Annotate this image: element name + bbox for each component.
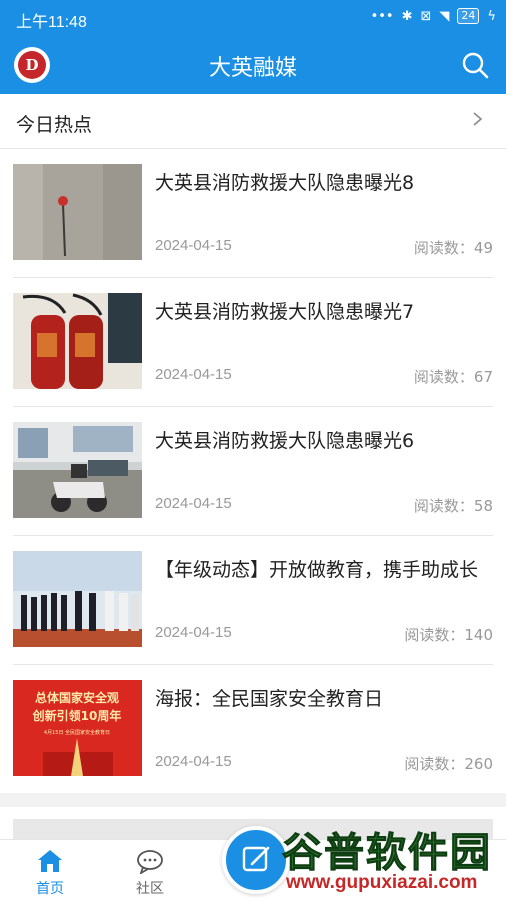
tab-home[interactable]: 首页: [20, 848, 80, 898]
chat-icon: [137, 850, 163, 874]
chevron-right-icon: [473, 112, 483, 126]
article-date: 2024-04-15: [155, 753, 232, 770]
charging-icon: ϟ: [487, 8, 496, 24]
article-thumbnail: [13, 551, 142, 647]
bluetooth-icon: ✱: [401, 8, 413, 24]
list-item[interactable]: 大英县消防救援大队隐患曝光6 2024-04-15 阅读数：58: [13, 407, 493, 536]
article-title: 大英县消防救援大队隐患曝光8: [155, 172, 415, 194]
article-date: 2024-04-15: [155, 366, 232, 383]
wifi-icon: ◥: [439, 8, 450, 24]
home-icon: [38, 850, 62, 872]
tab-community[interactable]: 社区: [120, 848, 180, 898]
app-title: 大英融媒: [208, 56, 297, 81]
watermark: 谷普软件园 www.gupuxiazai.com: [278, 820, 506, 900]
article-title: 大英县消防救援大队隐患曝光6: [155, 430, 415, 452]
poster-line-2: 创新引领10周年: [32, 708, 122, 723]
poster-line-1: 总体国家安全观: [35, 690, 119, 705]
list-item[interactable]: 大英县消防救援大队隐患曝光8 2024-04-15 阅读数：49: [13, 149, 493, 278]
article-read-count: 阅读数：67: [413, 368, 493, 386]
list-item[interactable]: 大英县消防救援大队隐患曝光7 2024-04-15 阅读数：67: [13, 278, 493, 407]
article-thumbnail: [13, 293, 142, 389]
article-thumbnail: [13, 422, 142, 518]
battery-icon: 24: [457, 8, 480, 24]
status-icons: ••• ✱ ⊠ ◥ 24 ϟ: [371, 8, 496, 24]
article-title: 海报：全民国家安全教育日: [155, 688, 384, 710]
more-dots-icon: •••: [370, 8, 394, 24]
section-divider: [0, 793, 506, 807]
article-read-count: 阅读数：49: [413, 239, 493, 257]
search-icon[interactable]: [460, 50, 490, 80]
section-title: 今日热点: [16, 114, 93, 136]
article-read-count: 阅读数：58: [413, 497, 493, 515]
article-read-count: 阅读数：140: [404, 626, 493, 644]
status-bar: 上午11:48 ••• ✱ ⊠ ◥ 24 ϟ: [0, 0, 506, 34]
article-title: 大英县消防救援大队隐患曝光7: [155, 301, 415, 323]
article-title: 【年级动态】开放做教育，携手助成长: [155, 559, 479, 581]
app-bar: D 大英融媒: [0, 34, 506, 94]
hot-today-header[interactable]: 今日热点: [0, 94, 506, 149]
article-date: 2024-04-15: [155, 495, 232, 512]
list-item[interactable]: 【年级动态】开放做教育，携手助成长 2024-04-15 阅读数：140: [13, 536, 493, 665]
watermark-url: www.gupuxiazai.com: [286, 872, 478, 893]
article-thumbnail: [13, 164, 142, 260]
article-thumbnail: 总体国家安全观 创新引领10周年 4月15日 全民国家安全教育日: [13, 680, 142, 776]
article-date: 2024-04-15: [155, 624, 232, 641]
edit-icon: [242, 846, 270, 872]
article-date: 2024-04-15: [155, 237, 232, 254]
status-time: 上午11:48: [16, 14, 87, 31]
poster-line-3: 4月15日 全民国家安全教育日: [44, 729, 110, 736]
list-item[interactable]: 总体国家安全观 创新引领10周年 4月15日 全民国家安全教育日 海报：全民国家…: [13, 665, 493, 794]
article-read-count: 阅读数：260: [404, 755, 493, 773]
article-list: 大英县消防救援大队隐患曝光8 2024-04-15 阅读数：49 大英县消防救援…: [0, 149, 506, 794]
tab-community-label: 社区: [136, 881, 164, 897]
battery-level: 24: [461, 9, 476, 22]
watermark-title: 谷普软件园: [282, 830, 492, 877]
tab-home-label: 首页: [36, 881, 64, 897]
sim-icon: ⊠: [420, 8, 432, 24]
